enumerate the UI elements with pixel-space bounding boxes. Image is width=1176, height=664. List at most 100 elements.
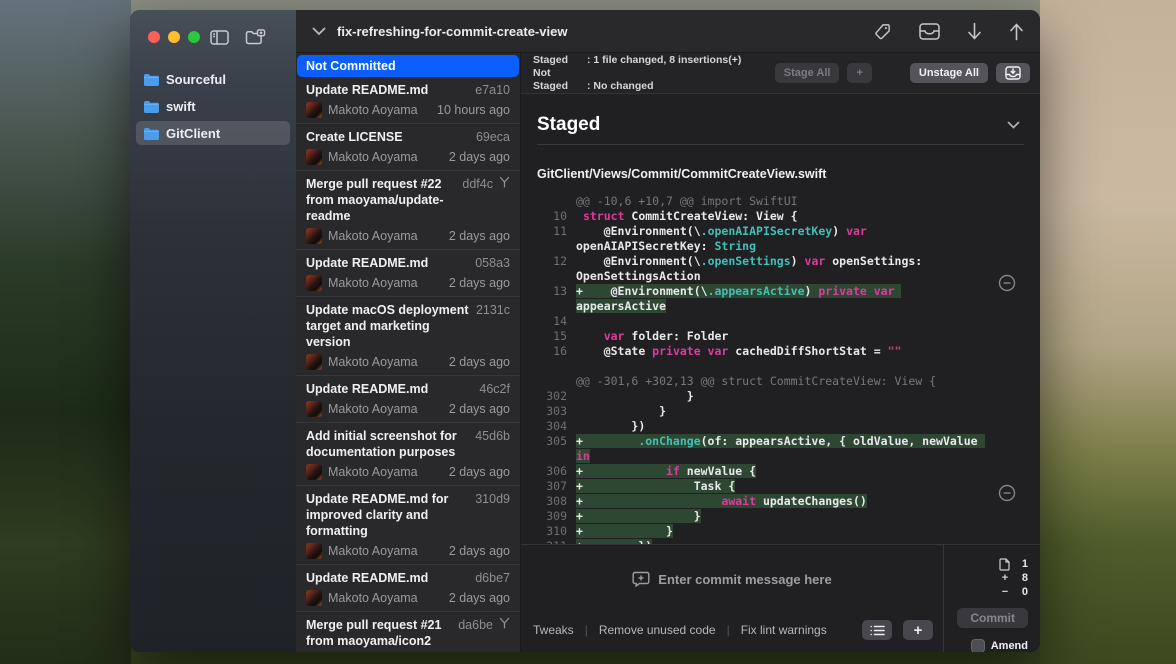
- stage-all-button[interactable]: Stage All: [775, 63, 840, 83]
- merge-icon: [499, 617, 510, 629]
- code-segment: }: [576, 404, 666, 418]
- diff-line-content: @@ -301,6 +302,13 @@ struct CommitCreate…: [576, 374, 981, 389]
- diff-line-content: + @Environment(\.appearsActive) private …: [576, 284, 981, 314]
- code-segment: @Environment(\.openSettings) var openSet…: [576, 254, 929, 283]
- staged-stats-label: Staged: [533, 54, 587, 67]
- commit-date: 10 hours ago: [437, 103, 510, 117]
- unstage-hunk-button-1[interactable]: [998, 274, 1016, 292]
- generate-message-button[interactable]: +: [903, 620, 933, 640]
- titlebar: fix-refreshing-for-commit-create-view: [296, 10, 1040, 53]
- close-window-button[interactable]: [148, 31, 160, 43]
- line-number: 16: [537, 344, 567, 359]
- line-number: 311: [537, 539, 567, 544]
- repo-label: Sourceful: [166, 72, 226, 87]
- tag-icon[interactable]: [873, 22, 892, 41]
- sidebar-item-gitclient[interactable]: GitClient: [136, 121, 290, 145]
- commit-title: Update README.md: [306, 82, 469, 98]
- code-segment: var folder: Folder: [576, 329, 728, 343]
- commit-title: Update README.md: [306, 381, 473, 397]
- commit-author-row: Makoto Aoyama2 days ago: [296, 145, 520, 166]
- unstage-all-button[interactable]: Unstage All: [910, 63, 988, 83]
- diff-code: @@ -10,6 +10,7 @@ import SwiftUI10 struc…: [537, 194, 1040, 544]
- commit-title: Create LICENSE: [306, 129, 470, 145]
- added-segment: + .onChange(of: appearsActive, { oldValu…: [576, 434, 985, 463]
- commit-date: 2 days ago: [449, 355, 510, 369]
- unstage-hunk-button-2[interactable]: [998, 484, 1016, 502]
- commit-button[interactable]: Commit: [957, 608, 1028, 628]
- line-number: 308: [537, 494, 567, 509]
- diff-line: 311 + }): [537, 539, 1040, 544]
- push-up-icon[interactable]: [1009, 22, 1024, 41]
- commit-row[interactable]: Add initial screenshot for documentation…: [296, 423, 520, 486]
- commit-author-row: Makoto Aoyama10 hours ago: [296, 98, 520, 119]
- commit-title: Update README.md: [306, 570, 469, 586]
- stage-stats: Staged: 1 file changed, 8 insertions(+) …: [533, 54, 741, 93]
- add-repository-icon[interactable]: [245, 29, 266, 45]
- diff-line-content: @@ -10,6 +10,7 @@ import SwiftUI: [576, 194, 981, 209]
- wallpaper-right: [1040, 0, 1176, 664]
- action-tweaks[interactable]: Tweaks: [533, 623, 574, 637]
- stage-add-button[interactable]: +: [847, 63, 871, 83]
- deletions-count: 0: [1018, 585, 1028, 599]
- commit-author: Makoto Aoyama: [328, 402, 418, 416]
- line-number: 310: [537, 524, 567, 539]
- commit-row[interactable]: Update README.mdd6be7Makoto Aoyama2 days…: [296, 565, 520, 612]
- action-fix-lint-warnings[interactable]: Fix lint warnings: [741, 623, 827, 637]
- code-segment: }): [576, 419, 645, 433]
- minimize-window-button[interactable]: [168, 31, 180, 43]
- staged-collapse-chevron-icon[interactable]: [1007, 121, 1020, 129]
- sidebar-item-swift[interactable]: swift: [136, 94, 290, 118]
- commit-date: 2 days ago: [449, 544, 510, 558]
- commit-row[interactable]: Update README.md058a3Makoto Aoyama2 days…: [296, 250, 520, 297]
- diff-line-content: + }): [576, 539, 981, 544]
- branch-chevron-down-icon[interactable]: [312, 27, 326, 36]
- tray-icon[interactable]: [919, 23, 940, 40]
- added-segment: + }): [576, 539, 652, 544]
- action-remove-unused-code[interactable]: Remove unused code: [599, 623, 716, 637]
- commit-title: Merge pull request #22 from maoyama/upda…: [306, 176, 456, 224]
- commit-author: Makoto Aoyama: [328, 229, 418, 243]
- deletions-icon: −: [999, 585, 1011, 599]
- commit-title-row: Update README.md058a3: [296, 253, 520, 271]
- sidebar-item-sourceful[interactable]: Sourceful: [136, 67, 290, 91]
- line-number: 13: [537, 284, 567, 314]
- line-number: 11: [537, 224, 567, 254]
- avatar: [306, 590, 322, 606]
- commit-row[interactable]: Merge pull request #22 from maoyama/upda…: [296, 171, 520, 250]
- commit-row[interactable]: Update README.md46c2fMakoto Aoyama2 days…: [296, 376, 520, 423]
- line-number: 302: [537, 389, 567, 404]
- commit-message-field[interactable]: Enter commit message here Tweaks|Remove …: [521, 545, 944, 652]
- commit-message-placeholder: Enter commit message here: [658, 572, 831, 587]
- commit-title: Update macOS deployment target and marke…: [306, 302, 470, 350]
- zoom-window-button[interactable]: [188, 31, 200, 43]
- diff-line: 14: [537, 314, 1040, 329]
- commit-title: Add initial screenshot for documentation…: [306, 428, 469, 460]
- pull-down-icon[interactable]: [967, 22, 982, 41]
- commit-row[interactable]: Update README.mde7a10Makoto Aoyama10 hou…: [296, 77, 520, 124]
- commit-title-row: Create LICENSE69eca: [296, 127, 520, 145]
- commit-row[interactable]: Update README.md for improved clarity an…: [296, 486, 520, 565]
- commit-row-not-committed[interactable]: Not Committed: [297, 55, 519, 77]
- avatar: [306, 543, 322, 559]
- avatar: [306, 149, 322, 165]
- toggle-sidebar-icon[interactable]: [210, 30, 229, 45]
- repo-label: GitClient: [166, 126, 220, 141]
- line-number: 15: [537, 329, 567, 344]
- stash-button[interactable]: [996, 63, 1030, 83]
- added-segment: + if newValue {: [576, 464, 756, 478]
- commit-row[interactable]: Create LICENSE69ecaMakoto Aoyama2 days a…: [296, 124, 520, 171]
- diff-line-content: @State private var cachedDiffShortStat =…: [576, 344, 981, 359]
- amend-checkbox[interactable]: [971, 639, 985, 652]
- commit-hash: 058a3: [475, 255, 510, 271]
- commit-row[interactable]: Merge pull request #21 from maoyama/icon…: [296, 612, 520, 652]
- commit-date: 2 days ago: [449, 229, 510, 243]
- not-staged-stats-label: Not Staged: [533, 67, 587, 93]
- message-templates-button[interactable]: [862, 620, 892, 640]
- diff-line: 303 }: [537, 404, 1040, 419]
- line-number: 305: [537, 434, 567, 464]
- commit-row[interactable]: Update macOS deployment target and marke…: [296, 297, 520, 376]
- commit-bar: Enter commit message here Tweaks|Remove …: [521, 544, 1040, 652]
- avatar: [306, 464, 322, 480]
- sidebar: Sourceful swift GitClient: [130, 10, 296, 652]
- diff-line: 15 var folder: Folder: [537, 329, 1040, 344]
